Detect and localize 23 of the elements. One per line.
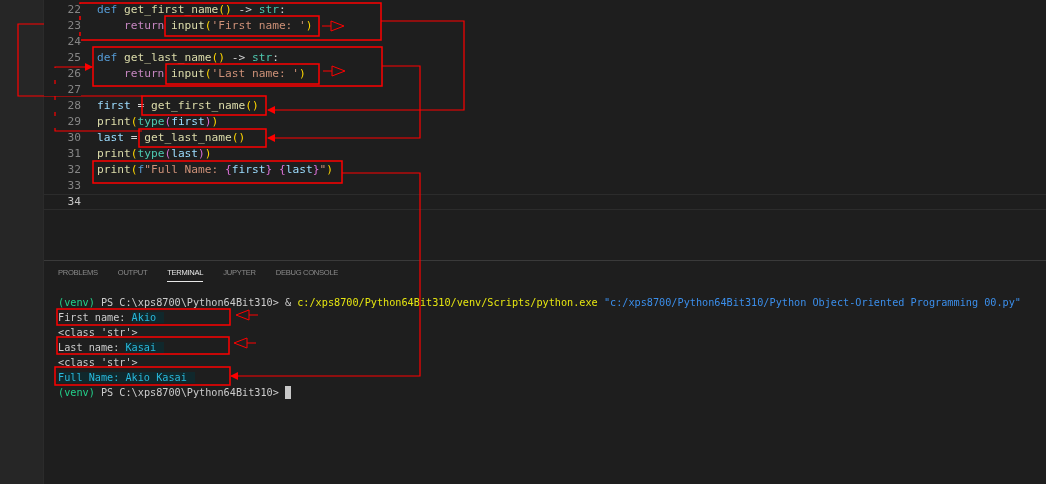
outline-arrow (233, 337, 257, 349)
line-number: 27 (44, 83, 81, 97)
code-text: last = (97, 132, 139, 144)
code-text: def get_last_name() -> str: (97, 52, 279, 64)
outline-arrow (235, 309, 259, 321)
terminal-line: First name: Akio (58, 312, 165, 323)
outline-arrow (321, 20, 345, 32)
code-text: print(f"Full Name: {first} {last}") (97, 164, 333, 176)
line-number: 23 (44, 19, 81, 33)
code-text: return (122, 68, 166, 80)
code-text: get_last_name() (144, 132, 246, 144)
code-text: input('Last name: ') (171, 68, 306, 80)
terminal-line: <class 'str'> (58, 327, 138, 338)
code-text: return (122, 20, 166, 32)
code-text: get_first_name() (150, 100, 259, 112)
terminal-line: <class 'str'> (58, 357, 138, 368)
terminal-line: (venv) PS C:\xps8700\Python64Bit310> (58, 387, 280, 398)
terminal-line: Last name: Kasai (58, 342, 165, 353)
outline-arrow (322, 65, 346, 77)
code-text: print(type(first)) (97, 116, 219, 128)
code-text: input('First name: ') (171, 20, 313, 32)
code-text: def get_first_name() -> str: (97, 4, 286, 16)
code-text: print(type(last)) (97, 148, 212, 160)
